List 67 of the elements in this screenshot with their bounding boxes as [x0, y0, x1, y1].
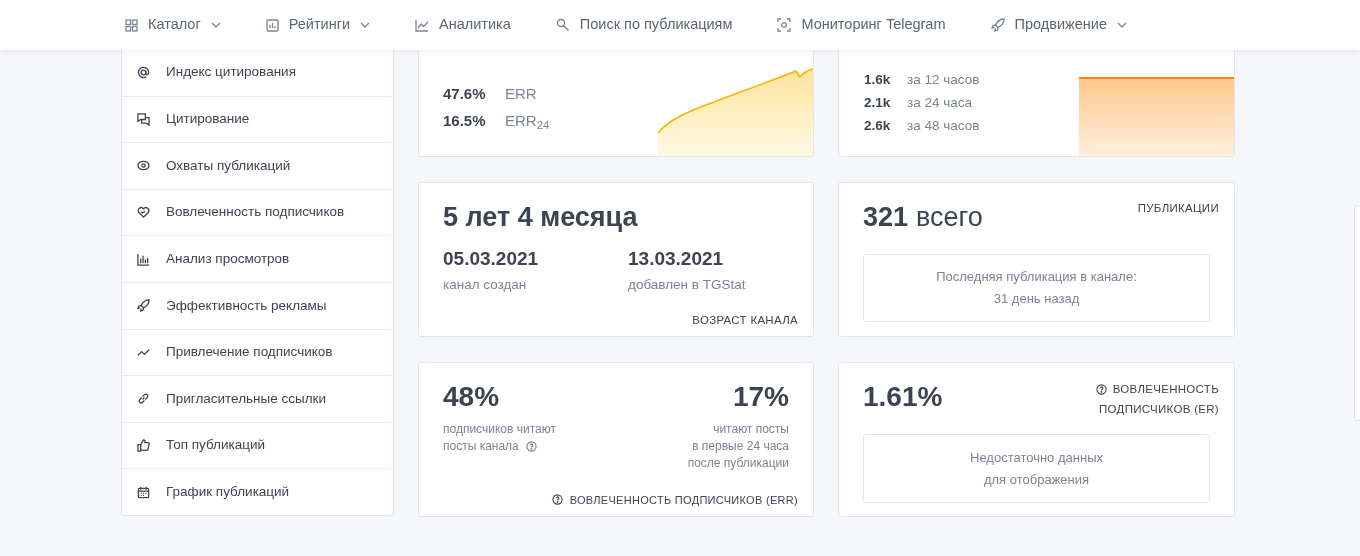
- stat-label: ERR: [505, 84, 537, 104]
- stat-label: за 12 часов: [907, 71, 980, 89]
- sidebar-item[interactable]: Вовлеченность подписчиков: [122, 188, 393, 236]
- stat-label: ERR$_{24}$: [505, 111, 550, 133]
- rocket-icon: [137, 299, 150, 313]
- stat-description: после публикации: [687, 455, 789, 472]
- info-text: для отображения: [983, 470, 1090, 489]
- nav-link[interactable]: Продвижение: [990, 14, 1127, 36]
- search-icon: [555, 18, 570, 32]
- stat-value: 1.61%: [863, 380, 943, 414]
- nav-link[interactable]: Каталог: [125, 14, 221, 36]
- help-icon[interactable]: [1095, 383, 1107, 395]
- link-icon: [137, 392, 150, 406]
- sidebar-item[interactable]: Анализ просмотров: [122, 235, 393, 282]
- card-caption: ВОВЛЕЧЕННОСТЬ: [1112, 382, 1219, 397]
- stat-value: 47.6%: [443, 84, 487, 104]
- sidebar-item[interactable]: Индекс цитирования: [122, 49, 393, 96]
- sidebar-item[interactable]: Охваты публикаций: [122, 142, 393, 189]
- bar-chart-icon: [265, 18, 279, 32]
- focus-icon: [777, 18, 792, 32]
- grid-icon: [125, 18, 138, 32]
- date-label: канал создан: [443, 276, 528, 294]
- sidebar-item[interactable]: Цитирование: [122, 95, 393, 143]
- help-icon[interactable]: [551, 494, 563, 506]
- sidebar-item[interactable]: Эффективность рекламы: [122, 281, 393, 329]
- stat-label: за 24 часа: [907, 94, 972, 112]
- stat-description: подписчиков читают: [443, 421, 556, 438]
- sidebar-item[interactable]: Пригласительные ссылки: [122, 375, 393, 422]
- bar-chart-icon: [137, 252, 150, 266]
- eye-icon: [137, 159, 150, 173]
- sidebar-item[interactable]: График публикаций: [122, 468, 393, 515]
- sidebar-item[interactable]: Привлечение подписчиков: [122, 328, 393, 376]
- info-text: Недостаточно данных: [970, 448, 1103, 467]
- age-title: 5 лет 4 месяца: [443, 201, 639, 234]
- stat-label: за 48 часов: [907, 117, 980, 135]
- stat-value: 48%: [443, 380, 500, 414]
- card-caption: ПУБЛИКАЦИИ: [1137, 201, 1219, 216]
- stat-value: 2.1k: [864, 94, 892, 112]
- date-value: 13.03.2021: [628, 247, 725, 271]
- date-label: добавлен в TGStat: [628, 276, 746, 294]
- stat-value: 2.6k: [864, 117, 892, 135]
- stat-description: в первые 24 часа: [692, 438, 789, 455]
- nav-link[interactable]: Поиск по публикациям: [555, 14, 733, 36]
- card-caption: ВОЗРАСТ КАНАЛА: [692, 312, 798, 328]
- heart-icon: [137, 206, 150, 220]
- rocket-icon: [990, 18, 1005, 32]
- stat-value: 17%: [732, 380, 789, 414]
- post-count-unit: всего: [916, 201, 983, 234]
- thumbs-up-icon: [137, 439, 150, 453]
- stat-description: читают посты: [713, 421, 789, 438]
- calendar-icon: [137, 485, 150, 499]
- card-caption: ВОВЛЕЧЕННОСТЬ ПОДПИСЧИКОВ (ERR): [569, 492, 798, 508]
- nav-link[interactable]: Аналитика: [415, 14, 511, 36]
- info-text: Последняя публикация в канале:: [936, 268, 1137, 286]
- post-count: 321: [863, 201, 909, 234]
- date-value: 05.03.2021: [443, 247, 540, 271]
- stat-description: посты канала: [443, 438, 519, 455]
- sidebar-item[interactable]: Топ публикаций: [122, 421, 393, 469]
- line-chart-icon: [415, 18, 430, 32]
- at-sign-icon: [137, 65, 150, 79]
- chat-icon: [137, 112, 150, 126]
- stat-value: 16.5%: [443, 111, 487, 131]
- nav-link[interactable]: Рейтинги: [265, 14, 371, 36]
- stat-value: 1.6k: [864, 71, 892, 89]
- card-caption: ПОДПИСЧИКОВ (ER): [1099, 402, 1219, 417]
- nav-link[interactable]: Мониторинг Telegram: [777, 14, 946, 36]
- info-text: 31 день назад: [993, 290, 1080, 308]
